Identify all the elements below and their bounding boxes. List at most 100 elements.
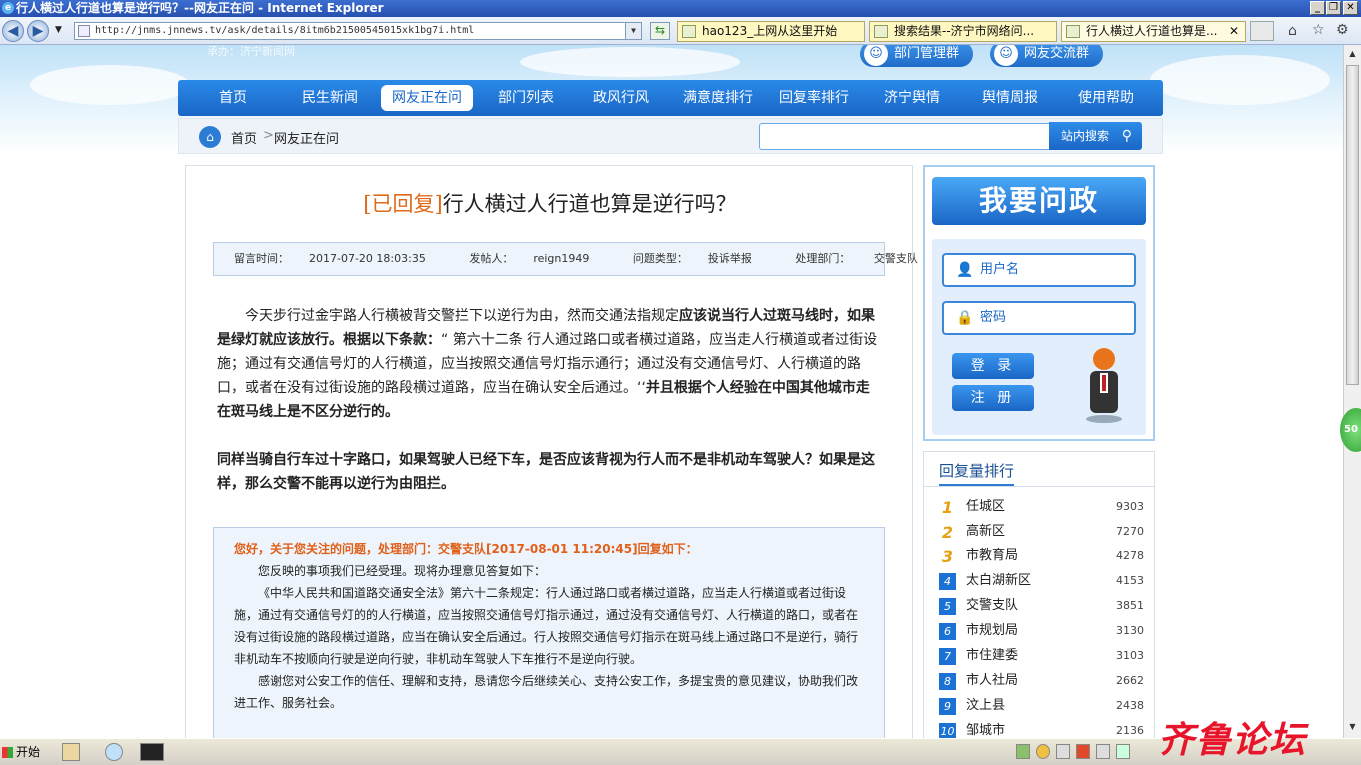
forward-icon[interactable]: ▶ [27, 20, 49, 42]
window-title: 行人横过人行道也算是逆行吗？--网友正在问 - Internet Explore… [16, 1, 384, 15]
explorer-icon[interactable] [62, 743, 80, 761]
nav-satisfaction-rank[interactable]: 满意度排行 [675, 85, 761, 111]
ranking-item[interactable]: 1 任城区 9303 [939, 496, 1144, 518]
home-icon[interactable]: ⌂ [199, 126, 221, 148]
sogou-icon[interactable] [1076, 744, 1090, 759]
ranking-item[interactable]: 8 市人社局 2662 [939, 670, 1144, 692]
battery-icon[interactable] [1016, 744, 1030, 759]
taskbar: 开始 [0, 738, 1361, 765]
home-icon[interactable]: ⌂ [1288, 23, 1297, 39]
address-text: http://jnms.jnnews.tv/ask/details/8itm6b… [95, 25, 475, 36]
page-viewport: 承办：济宁新闻网 ☺ 部门管理群 ☺ 网友交流群 首页 民生新闻 网友正在问 部… [0, 45, 1343, 738]
search-icon: ⚲ [1121, 128, 1132, 144]
ie-taskbar-icon[interactable] [105, 743, 123, 761]
host-label: 承办：济宁新闻网 [207, 45, 295, 58]
password-placeholder: 密码 [980, 310, 1007, 325]
question-article: [已回复]行人横过人行道也算是逆行吗？ 留言时间： 2017-07-20 18:0… [185, 165, 918, 738]
official-avatar-icon [1086, 348, 1122, 423]
post-time: 留言时间： 2017-07-20 18:03:35 [234, 252, 426, 265]
nav-home[interactable]: 首页 [208, 85, 258, 111]
speaker-icon[interactable] [1096, 744, 1110, 759]
ask-government-button[interactable]: 我要问政 [932, 177, 1146, 225]
nav-help[interactable]: 使用帮助 [1066, 85, 1146, 111]
question-meta: 留言时间： 2017-07-20 18:03:35 发帖人： reign1949 问… [213, 242, 918, 276]
ranking-item[interactable]: 10 邹城市 2136 [939, 720, 1144, 738]
reply-count-ranking: 回复量排行 1 任城区 9303 2 高新区 7270 3 市教育局 4278 4 太白湖新区… [923, 451, 1155, 738]
ranking-title: 回复量排行 [939, 460, 1015, 486]
start-button[interactable]: 开始 [2, 742, 46, 763]
official-reply: 您好，关于您关注的问题，处理部门：交警支队[2017-08-01 11:20:4… [213, 527, 885, 738]
ranking-item[interactable]: 7 市住建委 3103 [939, 645, 1144, 667]
address-dropdown-icon[interactable]: ▼ [625, 23, 641, 39]
address-bar[interactable]: http://jnms.jnnews.tv/ask/details/8itm6b… [74, 22, 642, 40]
tab-hao123[interactable]: hao123_上网从这里开始 [677, 21, 865, 42]
question-title: 行人横过人行道也算是逆行吗？ [442, 192, 737, 216]
tab-search-results[interactable]: 搜索结果--济宁市网络问... [869, 21, 1057, 42]
ranking-item[interactable]: 9 汶上县 2438 [939, 695, 1144, 717]
history-dropdown-icon[interactable]: ▼ [55, 25, 62, 35]
vertical-scrollbar[interactable]: ▲ ▼ [1343, 45, 1361, 738]
lock-icon: 🔒 [956, 310, 974, 326]
flag-icon[interactable] [1056, 744, 1070, 759]
ranking-item[interactable]: 2 高新区 7270 [939, 521, 1144, 543]
restore-button[interactable]: ❐ [1326, 1, 1341, 15]
username-placeholder: 用户名 [980, 262, 1020, 277]
system-tray [1010, 741, 1160, 763]
hao123-favicon-icon [682, 25, 696, 38]
breadcrumb-home[interactable]: 首页 [231, 128, 257, 147]
reply-paragraph: 您反映的事项我们已经受理。现将办理意见答复如下： [258, 564, 547, 578]
close-window-button[interactable]: ✕ [1343, 1, 1358, 15]
breadcrumb-current[interactable]: 网友正在问 [274, 128, 339, 147]
nav-livelihood-news[interactable]: 民生新闻 [290, 85, 370, 111]
login-panel: 我要问政 👤 用户名 🔒 密码 登 录 注 册 [923, 165, 1155, 441]
back-icon[interactable]: ◀ [2, 20, 24, 42]
login-button[interactable]: 登 录 [952, 353, 1034, 379]
network-icon[interactable] [1116, 744, 1130, 759]
nav-departments[interactable]: 部门列表 [486, 85, 566, 111]
minimize-button[interactable]: _ [1310, 1, 1325, 15]
login-form: 👤 用户名 🔒 密码 登 录 注 册 [932, 239, 1146, 435]
page-favicon-icon [1066, 25, 1080, 38]
nav-reply-rate-rank[interactable]: 回复率排行 [771, 85, 857, 111]
question-paragraph: 今天步行过金宇路人行横被背交警拦下以逆行为由，然而交通法指规定应该说当行人过斑马… [217, 308, 878, 420]
scroll-up-icon[interactable]: ▲ [1346, 47, 1359, 61]
question-paragraph: 同样当骑自行车过十字路口，如果驾驶人已经下车，是否应该背视为行人而不是非机动车驾… [217, 452, 875, 492]
register-button[interactable]: 注 册 [952, 385, 1034, 411]
tab-current[interactable]: 行人横过人行道也算是... ✕ [1061, 21, 1246, 42]
qq-icon: ☺ [864, 45, 888, 66]
forum-watermark: 齐鲁论坛 [1158, 719, 1307, 761]
nav-asking-now[interactable]: 网友正在问 [381, 85, 473, 111]
ranking-item[interactable]: 4 太白湖新区 4153 [939, 570, 1144, 592]
site-search-label: 站内搜索 [1061, 129, 1110, 143]
qq-tray-icon[interactable] [1036, 744, 1050, 759]
refresh-icon[interactable]: ⇆ [650, 22, 670, 40]
site-search-button[interactable]: 站内搜索 ⚲ [1049, 122, 1142, 150]
poster: 发帖人： reign1949 [469, 252, 590, 265]
new-tab-button[interactable] [1250, 21, 1274, 41]
nav-jining-opinion[interactable]: 济宁舆情 [872, 85, 952, 111]
username-field[interactable]: 👤 用户名 [942, 253, 1136, 287]
netizen-group-button[interactable]: ☺ 网友交流群 [990, 45, 1104, 67]
ranking-item[interactable]: 5 交警支队 3851 [939, 595, 1144, 617]
password-field[interactable]: 🔒 密码 [942, 301, 1136, 335]
nav-weekly-report[interactable]: 舆情周报 [970, 85, 1050, 111]
ranking-item[interactable]: 3 市教育局 4278 [939, 545, 1144, 567]
nav-governance[interactable]: 政风行风 [581, 85, 661, 111]
favorites-icon[interactable]: ☆ [1312, 22, 1325, 38]
reply-paragraph: 《中华人民共和国道路交通安全法》第六十二条规定：行人通过路口或者横过道路，应当走… [234, 586, 859, 666]
qq-icon: ☺ [994, 45, 1018, 66]
ranking-item[interactable]: 6 市规划局 3130 [939, 620, 1144, 642]
tools-gear-icon[interactable]: ⚙ [1336, 22, 1349, 38]
scroll-thumb[interactable] [1346, 65, 1359, 385]
tab-label: 行人横过人行道也算是... [1086, 24, 1218, 38]
breadcrumb-separator: > [263, 128, 274, 143]
page-icon [78, 25, 90, 37]
site-search-input[interactable] [759, 123, 1051, 150]
media-app-icon[interactable] [140, 743, 164, 761]
main-nav: 首页 民生新闻 网友正在问 部门列表 政风行风 满意度排行 回复率排行 济宁舆情… [178, 80, 1163, 116]
dept-group-button[interactable]: ☺ 部门管理群 [860, 45, 974, 67]
windows-logo-icon [2, 747, 13, 758]
question-body: 今天步行过金宇路人行横被背交警拦下以逆行为由，然而交通法指规定应该说当行人过斑马… [217, 304, 880, 496]
close-tab-icon[interactable]: ✕ [1229, 22, 1239, 41]
page-favicon-icon [874, 25, 888, 38]
